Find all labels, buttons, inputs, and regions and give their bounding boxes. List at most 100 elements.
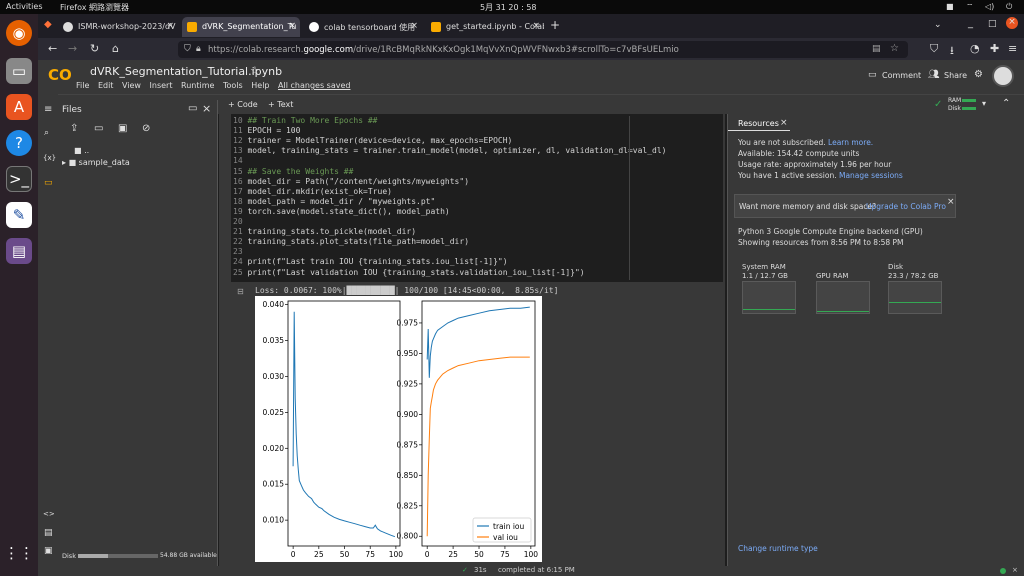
- code-line[interactable]: 22 training_stats.plot_stats(file_path=m…: [233, 237, 469, 246]
- disk-meter[interactable]: [962, 107, 976, 110]
- close-resources-icon[interactable]: ×: [780, 118, 788, 128]
- saved-status[interactable]: All changes saved: [278, 81, 350, 90]
- code-line[interactable]: 24 print(f"Last train IOU {training_stat…: [233, 257, 508, 266]
- reader-view-icon[interactable]: ▤: [872, 44, 881, 54]
- avatar[interactable]: [992, 65, 1014, 87]
- menu-help[interactable]: Help: [251, 81, 269, 90]
- tab-colab-tensorboard[interactable]: colab tensorboard 使用 ×: [304, 17, 422, 37]
- share-button[interactable]: Share: [944, 71, 967, 80]
- code-line[interactable]: 25 print(f"Last validation IOU {training…: [233, 268, 585, 277]
- home-icon[interactable]: ⌂: [112, 42, 119, 55]
- folder-parent[interactable]: ■ ..: [74, 146, 89, 155]
- new-tab-icon[interactable]: +: [550, 18, 560, 32]
- close-tab-icon[interactable]: ×: [166, 21, 174, 31]
- comment-icon[interactable]: ▭: [868, 70, 877, 80]
- shield-icon[interactable]: ⛉: [184, 44, 191, 54]
- menu-tools[interactable]: Tools: [223, 81, 243, 90]
- forward-icon[interactable]: →: [68, 42, 77, 55]
- minimize-icon[interactable]: _: [968, 18, 973, 29]
- folder-icon[interactable]: ▭: [44, 178, 53, 188]
- resources-tab[interactable]: Resources: [738, 119, 779, 128]
- maximize-icon[interactable]: □: [988, 19, 997, 29]
- volume-icon[interactable]: ◁): [985, 2, 994, 11]
- video-app-icon[interactable]: ▤: [6, 238, 32, 264]
- open-in-tab-icon[interactable]: ▭: [188, 103, 197, 114]
- firefox-view-icon[interactable]: ◆: [44, 19, 52, 30]
- close-tab-icon[interactable]: ×: [288, 21, 296, 31]
- code-line[interactable]: 20: [233, 217, 247, 226]
- bookmark-star-icon[interactable]: ☆: [890, 43, 899, 54]
- manage-sessions-link[interactable]: Manage sessions: [839, 171, 903, 180]
- close-tab-icon[interactable]: ×: [410, 21, 418, 31]
- hide-files-icon[interactable]: ⊘: [142, 123, 150, 134]
- search-icon[interactable]: ⌕: [44, 128, 49, 138]
- command-palette-icon[interactable]: ▤: [44, 528, 53, 538]
- power-icon[interactable]: ⏻: [1006, 2, 1012, 12]
- code-line[interactable]: 21 training_stats.to_pickle(model_dir): [233, 227, 416, 236]
- tab-ismr-workshop[interactable]: ISMR-workshop-2023/dV ×: [58, 17, 178, 37]
- terminal-icon[interactable]: >_: [6, 166, 32, 192]
- tab-dvrk-segmentation[interactable]: dVRK_Segmentation_Tu ×: [182, 17, 300, 37]
- software-center-icon[interactable]: A: [6, 94, 32, 120]
- menu-runtime[interactable]: Runtime: [181, 81, 214, 90]
- close-status-icon[interactable]: ×: [1012, 566, 1018, 574]
- code-line[interactable]: 10 ## Train Two More Epochs ##: [233, 116, 378, 125]
- add-text-button[interactable]: + Text: [268, 100, 293, 109]
- code-line[interactable]: 14: [233, 156, 247, 165]
- clock[interactable]: 5月 31 20 : 58: [480, 2, 537, 13]
- star-icon[interactable]: ☆: [250, 64, 260, 77]
- url-bar[interactable]: ⛉ 🔒︎ https://colab.research.google.com/d…: [178, 41, 908, 58]
- show-apps-icon[interactable]: ⋮⋮: [4, 540, 34, 566]
- lock-icon[interactable]: 🔒︎: [196, 44, 201, 54]
- code-line[interactable]: 18 model_path = model_dir / "myweights.p…: [233, 197, 435, 206]
- close-tab-icon[interactable]: ×: [532, 21, 540, 31]
- code-line[interactable]: 11 EPOCH = 100: [233, 126, 300, 135]
- activities-button[interactable]: Activities: [6, 2, 43, 11]
- code-line[interactable]: 13 model, training_stats = trainer.train…: [233, 146, 666, 155]
- share-icon[interactable]: 👥︎: [928, 70, 939, 80]
- status-completed[interactable]: completed at 6:15 PM: [498, 566, 575, 574]
- close-window-icon[interactable]: ×: [1006, 17, 1018, 29]
- learn-more-link[interactable]: Learn more.: [828, 138, 873, 147]
- wifi-icon[interactable]: ⌔: [966, 2, 974, 12]
- download-icon[interactable]: ⭳: [950, 42, 954, 61]
- code-line[interactable]: 15 ## Save the Weights ##: [233, 167, 353, 176]
- settings-gear-icon[interactable]: ⚙: [974, 69, 983, 80]
- code-line[interactable]: 19 torch.save(model.state_dict(), model_…: [233, 207, 450, 216]
- variables-icon[interactable]: {x}: [43, 154, 56, 162]
- back-icon[interactable]: ←: [48, 42, 57, 55]
- collapse-header-icon[interactable]: ⌃: [1002, 98, 1010, 109]
- mount-drive-icon[interactable]: ▣: [118, 123, 127, 134]
- reload-icon[interactable]: ↻: [90, 42, 99, 55]
- menu-edit[interactable]: Edit: [98, 81, 114, 90]
- change-runtime-link[interactable]: Change runtime type: [738, 544, 818, 553]
- close-pane-icon[interactable]: ×: [202, 102, 211, 115]
- list-tabs-icon[interactable]: ⌄: [934, 20, 942, 30]
- firefox-icon[interactable]: ◉: [6, 20, 32, 46]
- tab-get-started[interactable]: get_started.ipynb - Colab ×: [426, 17, 544, 37]
- upload-file-icon[interactable]: ⇪: [70, 123, 78, 134]
- menu-icon[interactable]: ≡: [1008, 42, 1017, 55]
- runtime-dropdown-icon[interactable]: ▾: [982, 99, 986, 108]
- comment-button[interactable]: Comment: [882, 71, 921, 80]
- files-app-icon[interactable]: ▭: [6, 58, 32, 84]
- app-menu[interactable]: Firefox 網路瀏覽器: [60, 2, 129, 13]
- code-line[interactable]: 12 trainer = ModelTrainer(device=device,…: [233, 136, 512, 145]
- menu-view[interactable]: View: [122, 81, 141, 90]
- ram-meter[interactable]: [962, 99, 976, 102]
- colab-logo-icon[interactable]: CO: [48, 68, 72, 83]
- text-editor-icon[interactable]: ✎: [6, 202, 32, 228]
- code-line[interactable]: 16 model_dir = Path("/content/weights/my…: [233, 177, 469, 186]
- terminal-panel-icon[interactable]: ▣: [44, 546, 53, 556]
- account-icon[interactable]: ◔: [970, 42, 980, 55]
- new-folder-icon[interactable]: ▭: [94, 123, 103, 134]
- code-cell[interactable]: 10 ## Train Two More Epochs ## 11 EPOCH =…: [231, 114, 723, 282]
- code-snippets-icon[interactable]: <>: [43, 510, 55, 518]
- code-line[interactable]: 17 model_dir.mkdir(exist_ok=True): [233, 187, 392, 196]
- menu-file[interactable]: File: [76, 81, 89, 90]
- folder-sample-data[interactable]: ▸ ■ sample_data: [62, 158, 130, 167]
- help-icon[interactable]: ?: [6, 130, 32, 156]
- add-code-button[interactable]: + Code: [228, 100, 258, 109]
- pocket-icon[interactable]: ⛉: [930, 42, 938, 56]
- output-clear-icon[interactable]: ⊟: [237, 287, 244, 296]
